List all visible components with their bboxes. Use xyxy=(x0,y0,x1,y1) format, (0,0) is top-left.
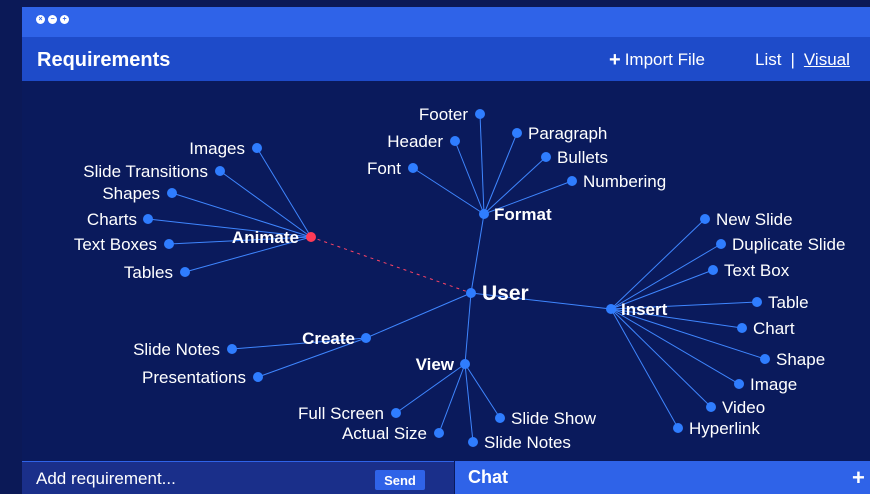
node-font[interactable] xyxy=(408,163,418,173)
label-create: Create xyxy=(302,329,355,348)
import-file-button[interactable]: + Import File xyxy=(609,50,705,70)
node-shape[interactable] xyxy=(760,354,770,364)
view-switcher: List | Visual xyxy=(755,50,850,70)
node-paragraph[interactable] xyxy=(512,128,522,138)
label-insert: Insert xyxy=(621,300,668,319)
label-bullets: Bullets xyxy=(557,148,608,167)
label-slide-notes-create: Slide Notes xyxy=(133,340,220,359)
label-slide-show: Slide Show xyxy=(511,409,597,428)
node-presentations[interactable] xyxy=(253,372,263,382)
label-hyperlink: Hyperlink xyxy=(689,419,760,438)
node-full-screen[interactable] xyxy=(391,408,401,418)
hub-insert[interactable] xyxy=(606,304,616,314)
label-shapes: Shapes xyxy=(102,184,160,203)
page-title: Requirements xyxy=(37,49,171,71)
label-new-slide: New Slide xyxy=(716,210,793,229)
node-tables[interactable] xyxy=(180,267,190,277)
label-tables: Tables xyxy=(124,263,173,282)
footer-bar: Send Chat + xyxy=(22,461,870,494)
import-file-label: Import File xyxy=(624,50,705,69)
node-duplicate-slide[interactable] xyxy=(716,239,726,249)
label-duplicate-slide: Duplicate Slide xyxy=(732,235,845,254)
label-table: Table xyxy=(768,293,809,312)
node-bullets[interactable] xyxy=(541,152,551,162)
view-list-link[interactable]: List xyxy=(755,50,781,70)
node-text-boxes[interactable] xyxy=(164,239,174,249)
label-text-boxes: Text Boxes xyxy=(74,235,157,254)
hub-view[interactable] xyxy=(460,359,470,369)
window-controls: × − + xyxy=(36,15,69,24)
label-images: Images xyxy=(189,139,245,158)
add-requirement-panel: Send xyxy=(22,461,454,494)
hub-format[interactable] xyxy=(479,209,489,219)
view-visual-link[interactable]: Visual xyxy=(804,50,850,70)
node-slide-notes-view[interactable] xyxy=(468,437,478,447)
label-actual-size: Actual Size xyxy=(342,424,427,443)
label-presentations: Presentations xyxy=(142,368,246,387)
hub-animate-selected[interactable] xyxy=(306,232,316,242)
node-footer[interactable] xyxy=(475,109,485,119)
mindmap-canvas: Images Slide Transitions Shapes Charts T… xyxy=(22,81,870,461)
node-shapes[interactable] xyxy=(167,188,177,198)
app-window: × − + Requirements + Import File List | … xyxy=(22,7,870,494)
chat-expand-plus-icon[interactable]: + xyxy=(852,465,865,491)
label-numbering: Numbering xyxy=(583,172,666,191)
node-new-slide[interactable] xyxy=(700,214,710,224)
node-slide-notes-create[interactable] xyxy=(227,344,237,354)
label-animate: Animate xyxy=(232,228,299,247)
node-header[interactable] xyxy=(450,136,460,146)
node-slide-transitions[interactable] xyxy=(215,166,225,176)
minimize-window-icon[interactable]: − xyxy=(48,15,57,24)
node-image[interactable] xyxy=(734,379,744,389)
plus-icon: + xyxy=(609,48,621,71)
label-paragraph: Paragraph xyxy=(528,124,607,143)
node-actual-size[interactable] xyxy=(434,428,444,438)
node-table[interactable] xyxy=(752,297,762,307)
label-chart: Chart xyxy=(753,319,795,338)
dashed-link xyxy=(310,236,472,294)
label-footer: Footer xyxy=(419,105,468,124)
label-text-box: Text Box xyxy=(724,261,790,280)
add-requirement-input[interactable] xyxy=(34,468,368,490)
label-shape: Shape xyxy=(776,350,825,369)
mindmap-graph[interactable]: Images Slide Transitions Shapes Charts T… xyxy=(22,81,870,461)
label-header: Header xyxy=(387,132,443,151)
title-bar: × − + xyxy=(22,7,870,37)
node-chart[interactable] xyxy=(737,323,747,333)
label-image: Image xyxy=(750,375,797,394)
chat-label: Chat xyxy=(468,467,508,487)
chat-panel-header[interactable]: Chat + xyxy=(455,461,870,494)
close-window-icon[interactable]: × xyxy=(36,15,45,24)
requirements-header: Requirements + Import File List | Visual xyxy=(22,37,870,81)
view-separator: | xyxy=(790,50,795,69)
node-charts[interactable] xyxy=(143,214,153,224)
label-view: View xyxy=(416,355,455,374)
node-numbering[interactable] xyxy=(567,176,577,186)
maximize-window-icon[interactable]: + xyxy=(60,15,69,24)
node-video[interactable] xyxy=(706,402,716,412)
label-full-screen: Full Screen xyxy=(298,404,384,423)
send-button[interactable]: Send xyxy=(375,470,425,490)
hub-create[interactable] xyxy=(361,333,371,343)
label-video: Video xyxy=(722,398,765,417)
label-format: Format xyxy=(494,205,552,224)
label-font: Font xyxy=(367,159,401,178)
label-charts: Charts xyxy=(87,210,137,229)
label-user-root: User xyxy=(482,282,529,305)
label-slide-transitions: Slide Transitions xyxy=(83,162,208,181)
node-images[interactable] xyxy=(252,143,262,153)
node-hyperlink[interactable] xyxy=(673,423,683,433)
node-text-box[interactable] xyxy=(708,265,718,275)
root-user-node[interactable] xyxy=(466,288,476,298)
node-slide-show[interactable] xyxy=(495,413,505,423)
label-slide-notes-view: Slide Notes xyxy=(484,433,571,452)
